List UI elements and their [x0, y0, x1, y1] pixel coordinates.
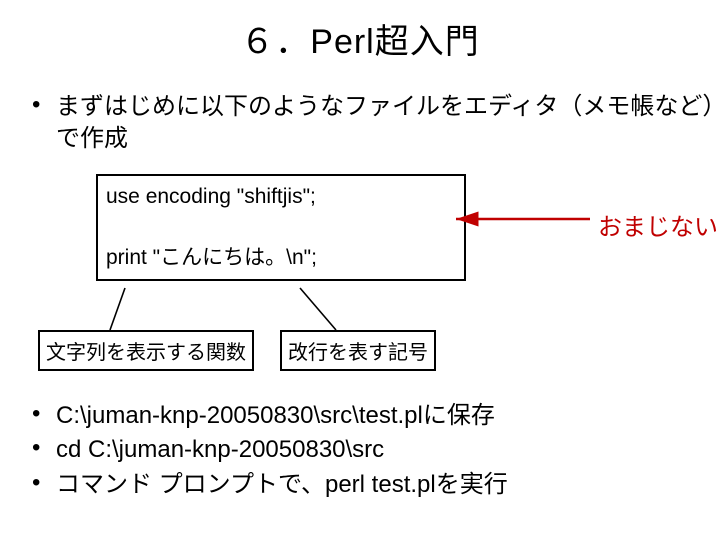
line-newline-to-annot — [300, 288, 336, 330]
step-2: • cd C:\juman-knp-20050830\src — [32, 434, 508, 466]
step-3: • コマンド プロンプトで、perl test.plを実行 — [32, 469, 508, 501]
intro-list: • まずはじめに以下のようなファイルをエディタ（メモ帳など）で作成 — [32, 91, 720, 156]
bullet-dot: • — [32, 400, 56, 428]
code-line2: print "こんにちは。\n"; — [106, 243, 456, 273]
code-blank — [106, 212, 456, 242]
steps-list: • C:\juman-knp-20050830\src\test.plに保存 •… — [32, 400, 508, 503]
code-box: use encoding "shiftjis"; print "こんにちは。\n… — [96, 174, 466, 281]
annotation-print-function: 文字列を表示する関数 — [38, 330, 254, 371]
intro-text: まずはじめに以下のようなファイルをエディタ（メモ帳など）で作成 — [56, 91, 720, 156]
step-2-text: cd C:\juman-knp-20050830\src — [56, 434, 384, 466]
bullet-dot: • — [32, 434, 56, 462]
line-print-to-annot — [110, 288, 125, 330]
code-line1: use encoding "shiftjis"; — [106, 182, 456, 212]
bullet-dot: • — [32, 91, 56, 119]
bullet-dot: • — [32, 469, 56, 497]
step-1-text: C:\juman-knp-20050830\src\test.plに保存 — [56, 400, 495, 432]
annotation-right: おまじない — [598, 207, 718, 242]
annotation-newline: 改行を表す記号 — [280, 330, 436, 371]
step-1: • C:\juman-knp-20050830\src\test.plに保存 — [32, 400, 508, 432]
intro-bullet: • まずはじめに以下のようなファイルをエディタ（メモ帳など）で作成 — [32, 91, 720, 156]
step-3-text: コマンド プロンプトで、perl test.plを実行 — [56, 469, 508, 501]
slide-title: ６．Perl超入門 — [0, 0, 720, 63]
